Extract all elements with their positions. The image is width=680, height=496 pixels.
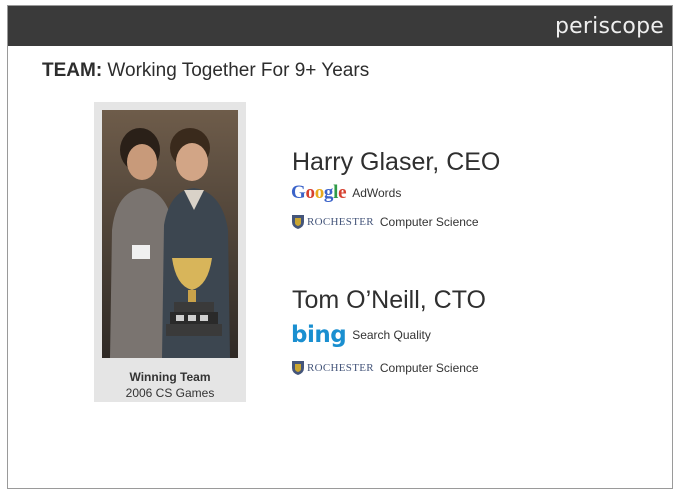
person-name-ceo: Harry Glaser, CEO <box>292 148 501 176</box>
brand-logo: periscope <box>555 14 664 39</box>
credential-rochester: ROCHESTER Computer Science <box>291 214 479 230</box>
photo-caption-title: Winning Team <box>129 370 211 384</box>
team-photo <box>102 110 238 358</box>
team-photo-card: Winning Team 2006 CS Games <box>94 102 246 402</box>
photo-caption-subtitle: 2006 CS Games <box>125 386 215 400</box>
credential-text: Computer Science <box>379 215 479 229</box>
credential-rochester: ROCHESTER Computer Science <box>291 360 479 376</box>
slide: periscope TEAM: Working Together For 9+ … <box>7 5 673 489</box>
rochester-shield-icon <box>292 215 304 229</box>
bing-logo: bing <box>291 322 347 348</box>
person-name-cto: Tom O’Neill, CTO <box>292 286 487 314</box>
slide-title: TEAM: Working Together For 9+ Years <box>42 60 369 82</box>
header-bar: periscope <box>8 6 672 46</box>
credential-text: AdWords <box>352 186 402 200</box>
credential-bing: bing Search Quality <box>291 322 431 348</box>
credential-text: Computer Science <box>379 361 479 375</box>
title-text: Working Together For 9+ Years <box>102 60 370 81</box>
team-photo-image <box>102 110 238 358</box>
google-logo: Google <box>291 182 347 203</box>
rochester-logo: ROCHESTER <box>291 214 374 230</box>
credential-text: Search Quality <box>352 328 431 342</box>
credential-google: Google AdWords <box>291 182 401 204</box>
rochester-logo: ROCHESTER <box>291 360 374 376</box>
title-kicker: TEAM: <box>42 60 103 81</box>
rochester-shield-icon <box>292 361 304 375</box>
